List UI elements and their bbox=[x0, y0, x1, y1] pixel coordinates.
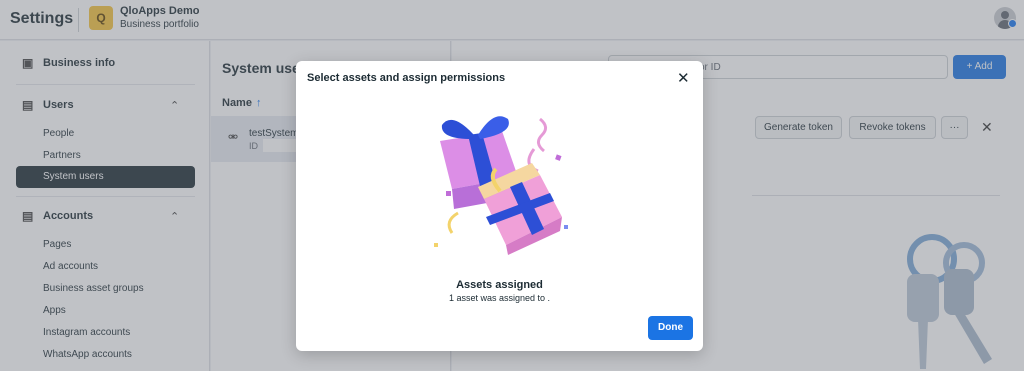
dialog-title: Select assets and assign permissions bbox=[307, 72, 506, 84]
gift-illustration bbox=[434, 116, 568, 255]
assets-assigned-message: 1 asset was assigned to . bbox=[448, 293, 551, 303]
assets-assigned-heading: Assets assigned bbox=[456, 279, 543, 291]
assign-assets-dialog: Select assets and assign permissions ✕ A… bbox=[296, 61, 703, 351]
done-button[interactable]: Done bbox=[648, 316, 693, 340]
close-icon[interactable]: ✕ bbox=[677, 69, 690, 87]
